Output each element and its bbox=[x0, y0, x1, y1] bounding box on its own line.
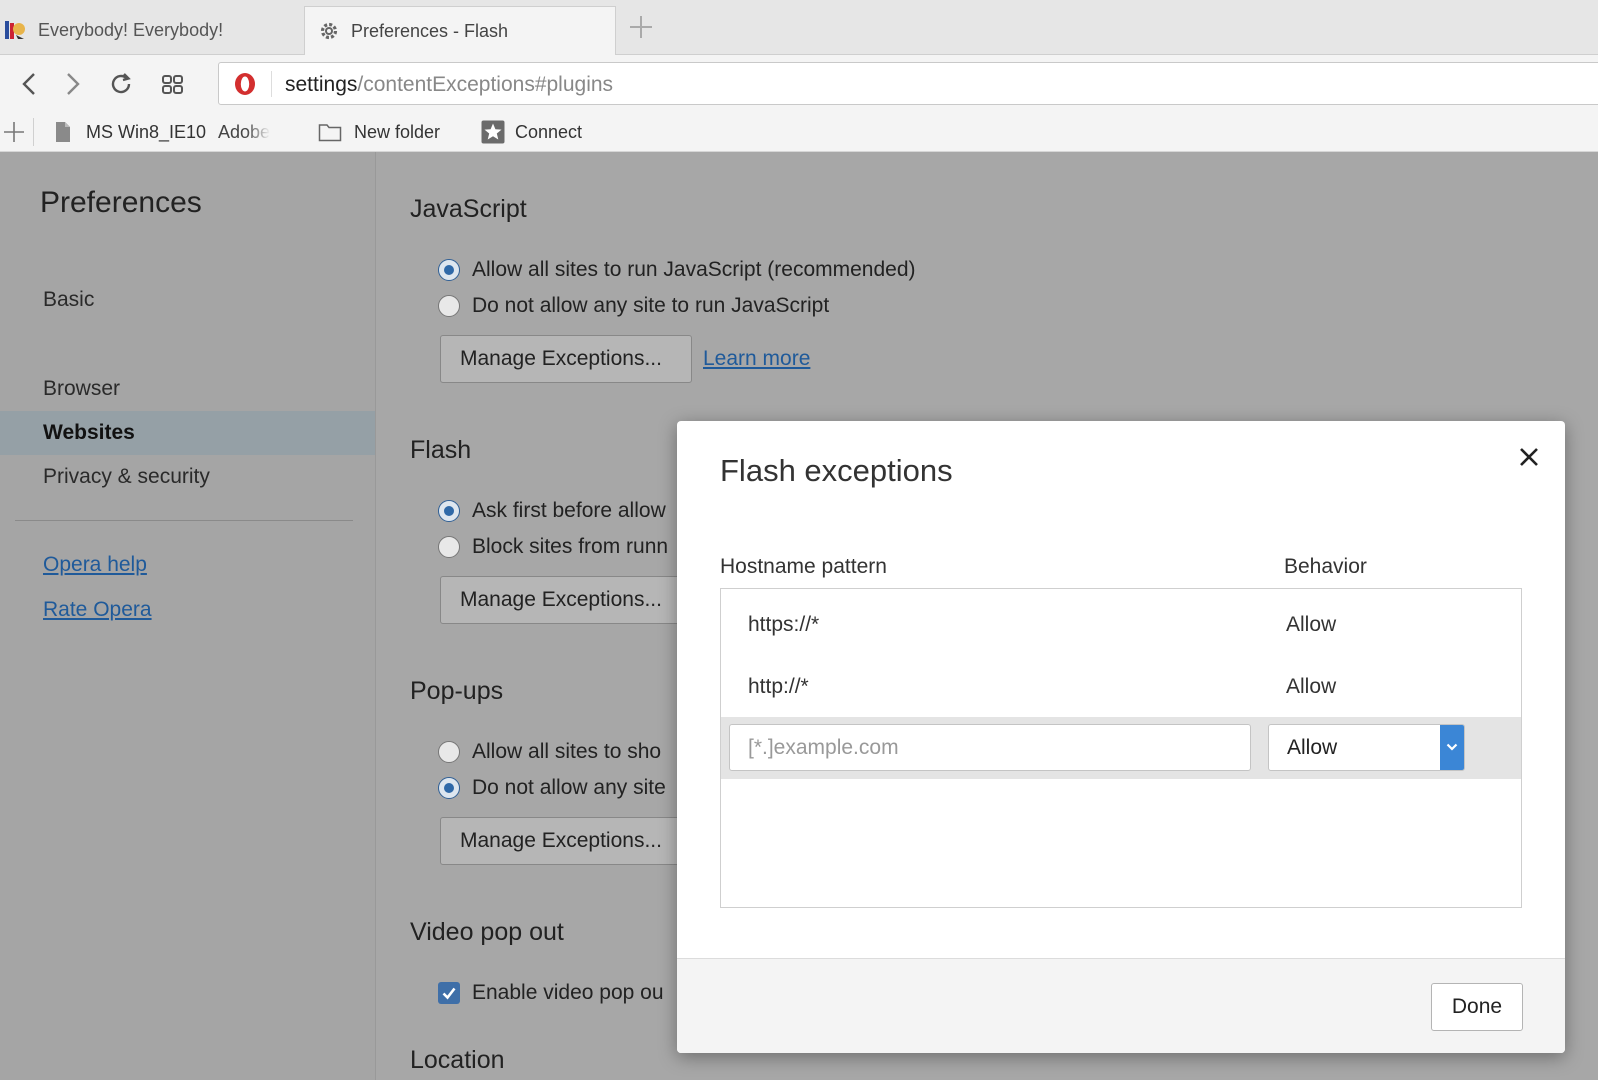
popups-block-option[interactable]: Do not allow any site bbox=[438, 773, 666, 803]
url-host: settings bbox=[285, 73, 358, 96]
radio-unselected[interactable] bbox=[438, 295, 460, 317]
video-popout-option[interactable]: Enable video pop ou bbox=[438, 978, 664, 1008]
radio-unselected[interactable] bbox=[438, 741, 460, 763]
flash-exceptions-dialog: Flash exceptions Hostname pattern Behavi… bbox=[677, 421, 1565, 1053]
rate-opera-link[interactable]: Rate Opera bbox=[43, 598, 152, 622]
list-item[interactable]: https://* Allow bbox=[721, 593, 1521, 655]
sidebar-item-websites[interactable]: Websites bbox=[0, 411, 375, 455]
new-tab-button[interactable] bbox=[628, 14, 654, 40]
popups-section-title: Pop-ups bbox=[410, 677, 504, 705]
page-icon bbox=[54, 121, 72, 143]
bookmark-adobe[interactable]: Adobe bbox=[218, 120, 274, 144]
sidebar-item-label: Websites bbox=[43, 421, 135, 444]
list-item[interactable]: http://* Allow bbox=[721, 655, 1521, 717]
star-icon bbox=[481, 120, 505, 144]
radio-selected[interactable] bbox=[438, 500, 460, 522]
option-label: Allow all sites to sho bbox=[472, 740, 662, 763]
forward-icon[interactable] bbox=[58, 70, 86, 98]
radio-selected[interactable] bbox=[438, 259, 460, 281]
location-section-title: Location bbox=[410, 1046, 505, 1074]
add-bookmark-icon[interactable] bbox=[3, 120, 25, 144]
learn-more-link[interactable]: Learn more bbox=[703, 347, 810, 371]
sidebar-item-basic[interactable]: Basic bbox=[0, 278, 375, 322]
javascript-manage-exceptions-button[interactable]: Manage Exceptions... bbox=[440, 335, 692, 383]
opera-logo-icon bbox=[233, 72, 257, 96]
bookmarks-bar: MS Win8_IE10 Adobe New folder Connect bbox=[0, 112, 1598, 152]
new-exception-row: Allow bbox=[721, 717, 1521, 779]
reload-icon[interactable] bbox=[107, 70, 135, 98]
navigation-toolbar: settings/contentExceptions#plugins bbox=[0, 56, 1598, 112]
option-label: Ask first before allow bbox=[472, 499, 666, 522]
close-icon[interactable] bbox=[1515, 443, 1543, 471]
bookmark-label: MS Win8_IE10 bbox=[86, 121, 207, 142]
dialog-title: Flash exceptions bbox=[720, 453, 953, 488]
sidebar-item-privacy-security[interactable]: Privacy & security bbox=[0, 455, 375, 499]
address-bar[interactable]: settings/contentExceptions#plugins bbox=[218, 62, 1598, 105]
option-label: Allow all sites to run JavaScript (recom… bbox=[472, 258, 916, 281]
hostname-column-header: Hostname pattern bbox=[720, 555, 887, 578]
popups-allow-option[interactable]: Allow all sites to sho bbox=[438, 737, 661, 767]
address-separator bbox=[271, 71, 272, 97]
tab-title: Everybody! Everybody! bbox=[38, 20, 224, 40]
popups-manage-exceptions-button[interactable]: Manage Exceptions... bbox=[440, 817, 692, 865]
hostname-pattern: http://* bbox=[748, 675, 809, 698]
bookmarks-divider bbox=[33, 118, 34, 146]
option-label: Block sites from runn bbox=[472, 535, 669, 558]
browser-chrome: Everybody! Everybody! Preferences - Flas… bbox=[0, 0, 1598, 152]
back-icon[interactable] bbox=[16, 70, 44, 98]
hostname-pattern: https://* bbox=[748, 613, 820, 636]
tab-preferences[interactable]: Preferences - Flash bbox=[304, 6, 616, 55]
bookmark-label: New folder bbox=[354, 121, 441, 142]
option-label: Enable video pop ou bbox=[472, 981, 664, 1004]
bookmark-connect[interactable]: Connect bbox=[481, 120, 582, 144]
dialog-footer: Done bbox=[677, 958, 1565, 1053]
hostname-pattern-input[interactable] bbox=[729, 724, 1251, 771]
sidebar-title: Preferences bbox=[40, 186, 202, 219]
chevron-down-icon[interactable] bbox=[1440, 725, 1464, 770]
flash-block-option[interactable]: Block sites from runn bbox=[438, 532, 668, 562]
sidebar-item-label: Privacy & security bbox=[43, 465, 210, 488]
sidebar-item-browser[interactable]: Browser bbox=[0, 367, 375, 411]
video-popout-section-title: Video pop out bbox=[410, 918, 564, 946]
address-url[interactable]: settings/contentExceptions#plugins bbox=[285, 73, 613, 97]
tab-bar: Everybody! Everybody! Preferences - Flas… bbox=[0, 0, 1598, 55]
bookmark-label: Connect bbox=[515, 121, 583, 142]
opera-help-link[interactable]: Opera help bbox=[43, 553, 147, 577]
behavior-select[interactable]: Allow bbox=[1268, 724, 1465, 771]
flash-manage-exceptions-button[interactable]: Manage Exceptions... bbox=[440, 576, 692, 624]
flash-section-title: Flash bbox=[410, 436, 472, 464]
behavior-select-value: Allow bbox=[1287, 736, 1338, 759]
url-path: /contentExceptions#plugins bbox=[357, 73, 614, 96]
done-button[interactable]: Done bbox=[1431, 983, 1523, 1031]
folder-icon bbox=[318, 122, 342, 142]
behavior-column-header: Behavior bbox=[1284, 555, 1367, 578]
flash-ask-option[interactable]: Ask first before allow bbox=[438, 496, 666, 526]
bookmark-new-folder[interactable]: New folder bbox=[318, 120, 440, 144]
site-favicon-icon bbox=[4, 19, 28, 41]
exceptions-list: https://* Allow http://* Allow Allow bbox=[720, 588, 1522, 908]
sidebar-divider bbox=[15, 520, 353, 521]
javascript-allow-option[interactable]: Allow all sites to run JavaScript (recom… bbox=[438, 255, 916, 285]
checkbox-checked[interactable] bbox=[438, 982, 460, 1004]
javascript-block-option[interactable]: Do not allow any site to run JavaScript bbox=[438, 291, 829, 321]
gear-icon bbox=[319, 21, 339, 41]
bookmark-label: Adobe bbox=[218, 121, 271, 142]
behavior-value: Allow bbox=[1286, 675, 1337, 698]
sidebar-item-label: Basic bbox=[43, 288, 95, 311]
radio-unselected[interactable] bbox=[438, 536, 460, 558]
bookmark-ms-win8[interactable]: MS Win8_IE10 bbox=[54, 120, 206, 144]
sidebar-item-label: Browser bbox=[43, 377, 121, 400]
behavior-value: Allow bbox=[1286, 613, 1337, 636]
option-label: Do not allow any site bbox=[472, 776, 666, 799]
tab-title: Preferences - Flash bbox=[351, 20, 509, 41]
option-label: Do not allow any site to run JavaScript bbox=[472, 294, 830, 317]
tab-everybody[interactable]: Everybody! Everybody! bbox=[0, 6, 302, 55]
javascript-section-title: JavaScript bbox=[410, 195, 527, 223]
speed-dial-icon[interactable] bbox=[159, 70, 187, 98]
radio-selected[interactable] bbox=[438, 777, 460, 799]
preferences-sidebar: Preferences Basic Browser Websites Priva… bbox=[0, 152, 376, 1080]
